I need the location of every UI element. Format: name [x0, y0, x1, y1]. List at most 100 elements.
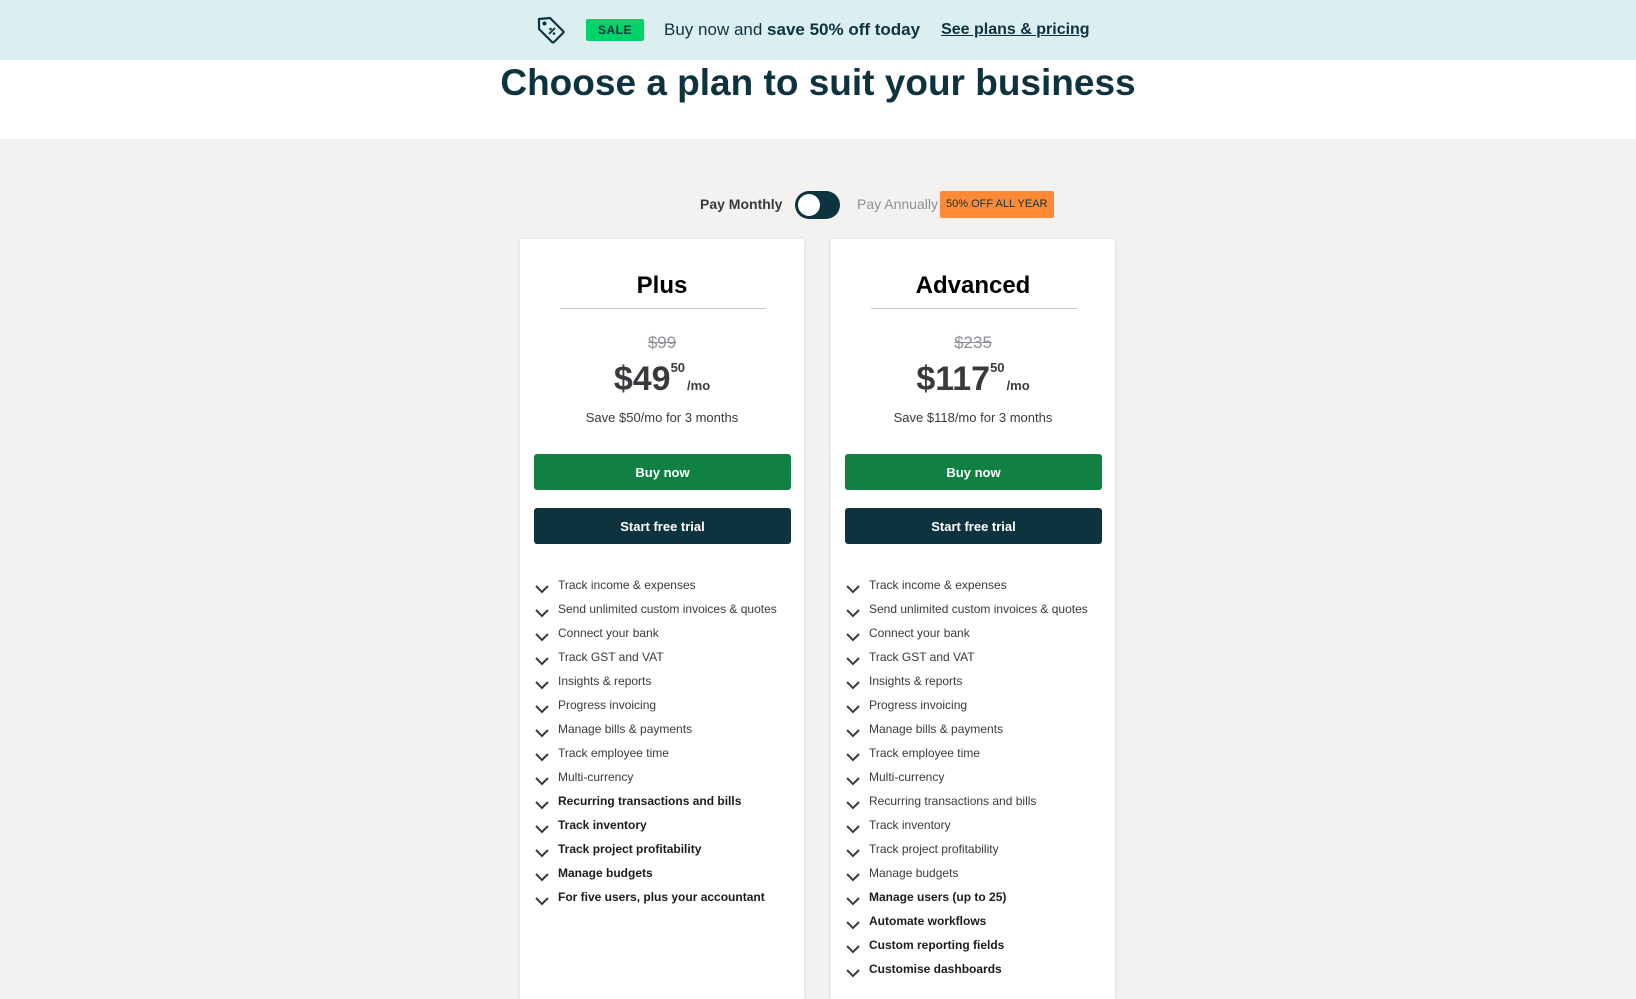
feature-item[interactable]: Track income & expenses	[534, 573, 777, 597]
savings-note: Save $50/mo for 3 months	[585, 410, 739, 425]
feature-item[interactable]: Manage users (up to 25)	[845, 885, 1088, 909]
feature-item[interactable]: Manage bills & payments	[534, 717, 777, 741]
chevron-down-icon	[845, 963, 861, 978]
chevron-down-icon	[845, 675, 861, 690]
feature-item[interactable]: Customise dashboards	[845, 957, 1088, 981]
promo-text-highlight: save 50% off today	[767, 20, 921, 39]
feature-label: Track project profitability	[869, 842, 999, 856]
toggle-knob	[798, 194, 820, 216]
feature-label: Customise dashboards	[869, 962, 1002, 976]
pay-monthly-label[interactable]: Pay Monthly	[700, 196, 782, 212]
feature-item[interactable]: Multi-currency	[534, 765, 777, 789]
feature-label: Connect your bank	[558, 626, 659, 640]
original-price: $235	[954, 333, 992, 352]
sale-badge: SALE	[586, 19, 645, 41]
feature-item[interactable]: Insights & reports	[534, 669, 777, 693]
feature-item[interactable]: Manage budgets	[845, 861, 1088, 885]
chevron-down-icon	[534, 891, 550, 906]
feature-item[interactable]: Connect your bank	[845, 621, 1088, 645]
feature-label: Manage budgets	[869, 866, 959, 880]
chevron-down-icon	[845, 915, 861, 930]
plan-name: Advanced	[915, 272, 1031, 299]
plans-pricing-link[interactable]: See plans & pricing	[941, 21, 1089, 39]
feature-item[interactable]: Recurring transactions and bills	[534, 789, 777, 813]
feature-item[interactable]: Track income & expenses	[845, 573, 1088, 597]
feature-item[interactable]: Track inventory	[845, 813, 1088, 837]
feature-list: Track income & expenses Send unlimited cu…	[534, 573, 777, 909]
buy-now-button[interactable]: Buy now	[534, 454, 791, 490]
feature-item[interactable]: Custom reporting fields	[845, 933, 1088, 957]
price-tag-icon	[536, 15, 566, 45]
sale-price: $11750/mo	[831, 360, 1115, 399]
feature-item[interactable]: Track employee time	[534, 741, 777, 765]
feature-item[interactable]: Track project profitability	[534, 837, 777, 861]
promo-text-prefix: Buy now and	[664, 20, 768, 39]
start-free-trial-button[interactable]: Start free trial	[534, 508, 791, 544]
feature-item[interactable]: Manage budgets	[534, 861, 777, 885]
feature-item[interactable]: Progress invoicing	[534, 693, 777, 717]
chevron-down-icon	[534, 651, 550, 666]
chevron-down-icon	[845, 579, 861, 594]
feature-item[interactable]: Automate workflows	[845, 909, 1088, 933]
promo-banner-content: SALE Buy now and save 50% off today See …	[536, 15, 1090, 45]
feature-label: Track GST and VAT	[869, 650, 975, 664]
feature-item[interactable]: Send unlimited custom invoices & quotes	[534, 597, 777, 621]
feature-label: Manage bills & payments	[869, 722, 1004, 736]
price-dollars: $49	[613, 360, 671, 398]
chevron-down-icon	[845, 747, 861, 762]
feature-label: Recurring transactions and bills	[558, 794, 742, 808]
feature-item[interactable]: Track project profitability	[845, 837, 1088, 861]
chevron-down-icon	[845, 723, 861, 738]
chevron-down-icon	[534, 771, 550, 786]
billing-period-toggle[interactable]	[795, 191, 840, 219]
start-free-trial-button[interactable]: Start free trial	[845, 508, 1102, 544]
feature-label: Progress invoicing	[869, 698, 968, 712]
feature-item[interactable]: Track inventory	[534, 813, 777, 837]
feature-item[interactable]: Progress invoicing	[845, 693, 1088, 717]
feature-label: Insights & reports	[558, 674, 652, 688]
plan-card-plus: Plus $99 $4950/mo Save $50/mo for 3 mont…	[520, 239, 804, 999]
feature-label: Recurring transactions and bills	[869, 794, 1037, 808]
feature-label: Track income & expenses	[558, 578, 696, 592]
feature-label: Send unlimited custom invoices & quotes	[558, 602, 777, 616]
chevron-down-icon	[534, 843, 550, 858]
chevron-down-icon	[845, 699, 861, 714]
chevron-down-icon	[845, 867, 861, 882]
chevron-down-icon	[845, 795, 861, 810]
feature-label: Track employee time	[558, 746, 669, 760]
plan-card-advanced: Advanced $235 $11750/mo Save $118/mo for…	[831, 239, 1115, 999]
pay-annually-label[interactable]: Pay Annually	[857, 196, 938, 212]
sale-price: $4950/mo	[520, 360, 804, 399]
feature-item[interactable]: For five users, plus your accountant	[534, 885, 777, 909]
chevron-down-icon	[534, 819, 550, 834]
promo-text: Buy now and save 50% off today	[664, 20, 920, 40]
plan-name-divider	[871, 308, 1077, 309]
chevron-down-icon	[534, 579, 550, 594]
feature-item[interactable]: Send unlimited custom invoices & quotes	[845, 597, 1088, 621]
chevron-down-icon	[845, 819, 861, 834]
feature-item[interactable]: Track GST and VAT	[845, 645, 1088, 669]
price-period: /mo	[1006, 378, 1030, 393]
feature-item[interactable]: Track employee time	[845, 741, 1088, 765]
feature-label: Insights & reports	[869, 674, 963, 688]
chevron-down-icon	[845, 771, 861, 786]
feature-label: Progress invoicing	[558, 698, 657, 712]
chevron-down-icon	[845, 891, 861, 906]
feature-item[interactable]: Insights & reports	[845, 669, 1088, 693]
feature-label: Connect your bank	[869, 626, 970, 640]
chevron-down-icon	[534, 867, 550, 882]
feature-item[interactable]: Recurring transactions and bills	[845, 789, 1088, 813]
chevron-down-icon	[534, 747, 550, 762]
feature-label: Track GST and VAT	[558, 650, 664, 664]
chevron-down-icon	[534, 627, 550, 642]
price-cents: 50	[670, 360, 686, 375]
buy-now-button[interactable]: Buy now	[845, 454, 1102, 490]
feature-label: Track income & expenses	[869, 578, 1007, 592]
feature-label: Track project profitability	[558, 842, 702, 856]
feature-label: Track employee time	[869, 746, 980, 760]
chevron-down-icon	[534, 699, 550, 714]
feature-item[interactable]: Connect your bank	[534, 621, 777, 645]
feature-item[interactable]: Track GST and VAT	[534, 645, 777, 669]
feature-item[interactable]: Manage bills & payments	[845, 717, 1088, 741]
feature-item[interactable]: Multi-currency	[845, 765, 1088, 789]
